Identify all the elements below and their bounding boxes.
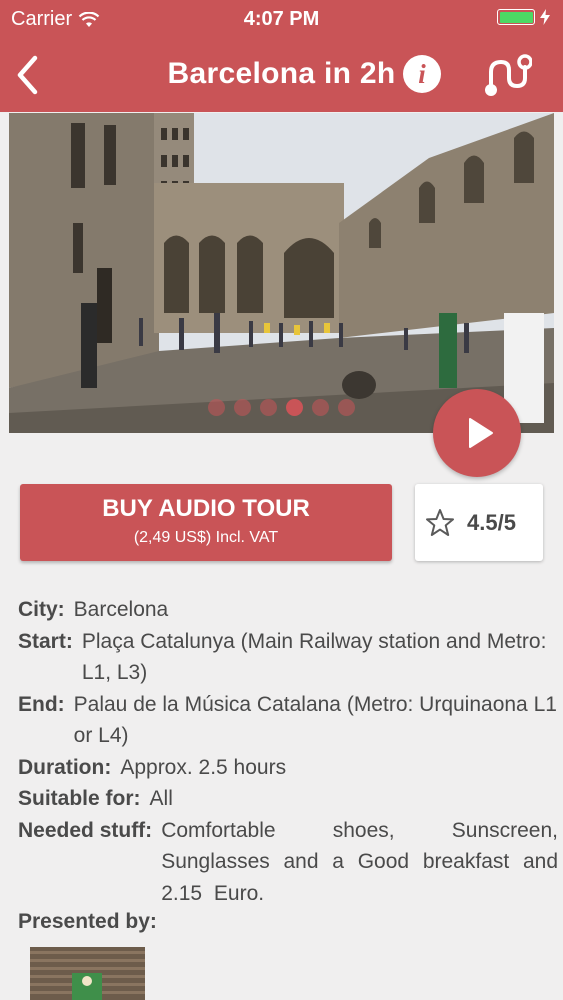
- carousel-dot[interactable]: [208, 399, 225, 416]
- detail-suitable-for: Suitable for: All: [18, 783, 558, 815]
- status-bar: Carrier 4:07 PM: [0, 0, 563, 38]
- detail-city: City: Barcelona: [18, 594, 558, 626]
- carousel-dot[interactable]: [338, 399, 355, 416]
- play-audio-button[interactable]: [433, 389, 521, 477]
- detail-label: Duration:: [18, 755, 112, 779]
- buy-button-price: (2,49 US$) Incl. VAT: [133, 529, 279, 546]
- carousel-dot[interactable]: [234, 399, 251, 416]
- detail-label: End:: [18, 692, 65, 716]
- star-outline-icon: [426, 509, 454, 536]
- carousel-dot[interactable]: [312, 399, 329, 416]
- presented-by-label: Presented by:: [18, 910, 157, 933]
- status-time: 4:07 PM: [243, 8, 320, 30]
- detail-value: Plaça Catalunya (Main Railway station an…: [81, 629, 547, 685]
- presenter-logo-image: [30, 947, 145, 1000]
- detail-start: Start: Plaça Catalunya (Main Railway sta…: [18, 626, 558, 689]
- tour-photo-carousel[interactable]: [9, 113, 554, 433]
- navigation-bar: Barcelona in 2h i: [0, 38, 563, 112]
- carousel-dot[interactable]: [286, 399, 303, 416]
- carousel-dot[interactable]: [260, 399, 277, 416]
- detail-value: Approx. 2.5 hours: [120, 755, 287, 779]
- page-title: Barcelona in 2h: [167, 57, 396, 90]
- buy-button-label: BUY AUDIO TOUR: [102, 495, 310, 522]
- detail-value: Comfortable shoes, Sunscreen, Sunglasses…: [161, 818, 558, 905]
- rating-button[interactable]: 4.5/5: [415, 484, 543, 561]
- battery-indicator: [497, 9, 550, 25]
- battery-icon: [497, 9, 535, 25]
- tour-photo: [9, 113, 554, 433]
- presenter-logo[interactable]: [30, 947, 145, 1000]
- detail-end: End: Palau de la Música Catalana (Metro:…: [18, 689, 558, 752]
- play-icon: [469, 418, 493, 448]
- detail-value: Palau de la Música Catalana (Metro: Urqu…: [73, 692, 557, 748]
- detail-value: Barcelona: [73, 598, 169, 621]
- detail-label: Suitable for:: [18, 787, 141, 810]
- rating-value: 4.5/5: [467, 510, 516, 535]
- buy-audio-tour-button[interactable]: BUY AUDIO TOUR (2,49 US$) Incl. VAT: [20, 484, 392, 561]
- detail-value: All: [149, 787, 173, 810]
- detail-needed-stuff: Needed stuff: Comfortable shoes, Sunscre…: [18, 815, 558, 910]
- detail-label: Start:: [18, 629, 73, 653]
- tour-details: City: Barcelona Start: Plaça Catalunya (…: [18, 594, 558, 909]
- route-icon[interactable]: [482, 52, 532, 98]
- info-icon[interactable]: i: [403, 55, 441, 93]
- detail-label: City:: [18, 598, 65, 621]
- charging-bolt-icon: [540, 9, 550, 25]
- detail-label: Needed stuff:: [18, 818, 153, 842]
- detail-duration: Duration: Approx. 2.5 hours: [18, 752, 558, 784]
